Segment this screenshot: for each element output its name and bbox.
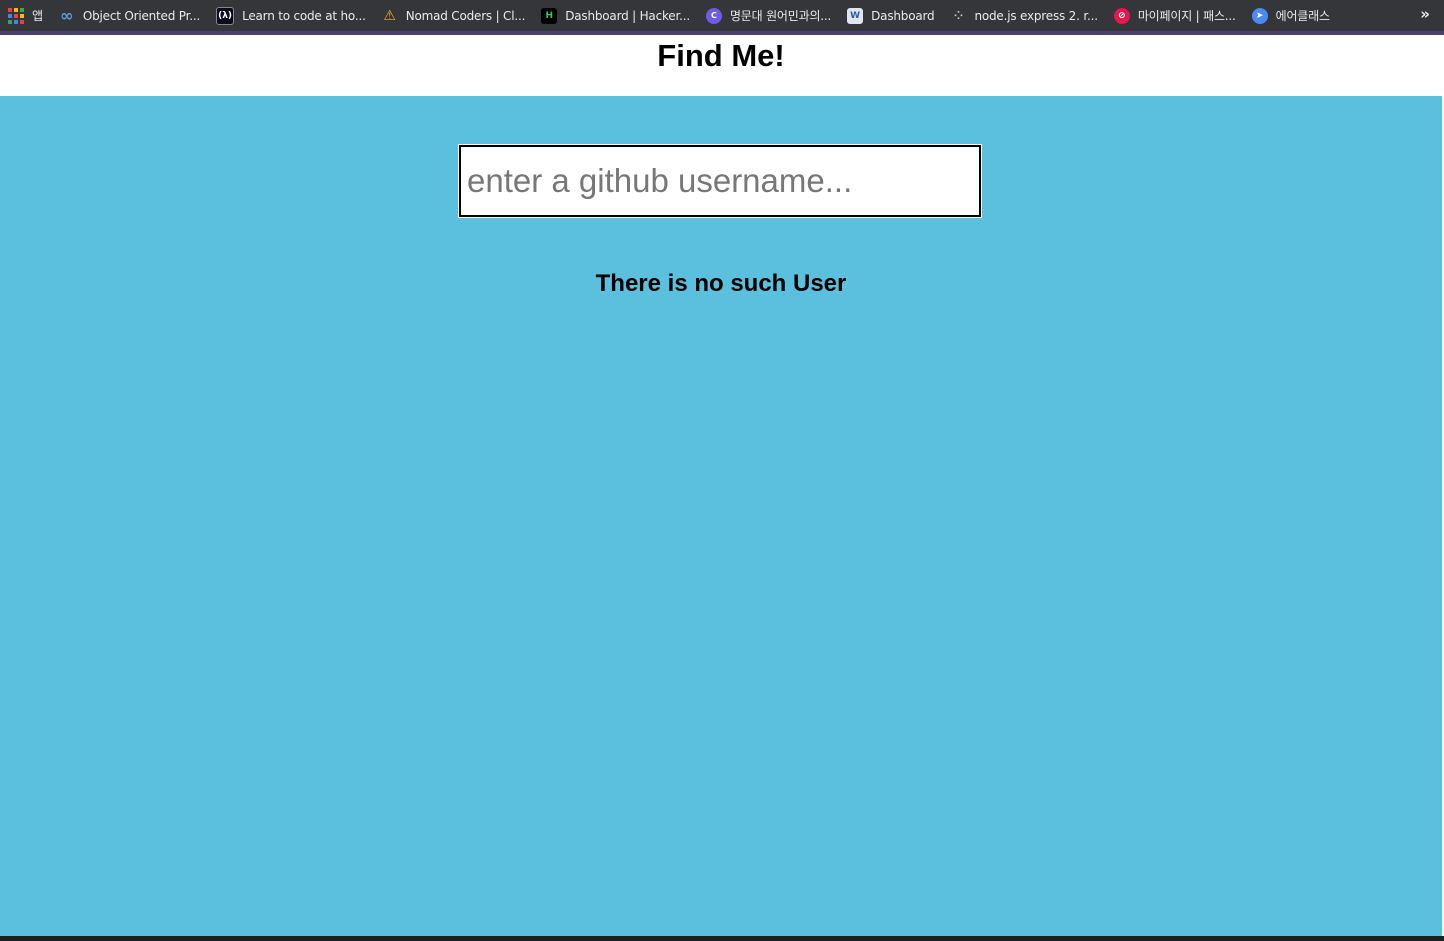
bookmark-label: Dashboard | Hacker... bbox=[565, 8, 690, 23]
fastcampus-icon: ⊘ bbox=[1113, 7, 1130, 24]
bookmark-label: node.js express 2. r... bbox=[974, 8, 1098, 23]
bookmark-label: Object Oriented Pr... bbox=[82, 8, 201, 23]
username-search-input[interactable] bbox=[458, 144, 982, 218]
bookmark-label: Learn to code at ho... bbox=[242, 8, 366, 23]
bookmark-airclass[interactable]: ➤ 에어클래스 bbox=[1244, 4, 1338, 28]
freecodecamp-icon: (λ) bbox=[216, 6, 235, 25]
bookmark-freecodecamp[interactable]: (λ) Learn to code at ho... bbox=[208, 4, 374, 28]
bookmark-fastcampus[interactable]: ⊘ 마이페이지 | 패스... bbox=[1106, 4, 1244, 28]
dots-icon: ⁘ bbox=[953, 9, 964, 22]
bookmark-label: Nomad Coders | Cl... bbox=[405, 8, 526, 23]
bookmark-label: Dashboard bbox=[871, 8, 935, 23]
airclass-icon: ➤ bbox=[1251, 7, 1268, 24]
apps-grid-icon bbox=[8, 7, 24, 24]
hackerrank-icon: H bbox=[541, 7, 558, 24]
bookmark-object-oriented[interactable]: ∞ Object Oriented Pr... bbox=[51, 4, 208, 28]
infinity-icon: ∞ bbox=[60, 6, 74, 25]
bookmark-korean-site[interactable]: C 명문대 원어민과의... bbox=[698, 4, 839, 28]
chat-icon: C bbox=[705, 7, 722, 24]
bookmarks-overflow-icon[interactable]: » bbox=[1420, 5, 1430, 23]
dashboard-icon: W bbox=[847, 7, 864, 24]
nomad-coders-icon: ⚠ bbox=[383, 7, 396, 24]
page-title: Find Me! bbox=[657, 38, 785, 73]
bookmark-nomad-coders[interactable]: ⚠ Nomad Coders | Cl... bbox=[374, 4, 534, 28]
bookmarks-bar: 앱 ∞ Object Oriented Pr... (λ) Learn to c… bbox=[0, 0, 1444, 35]
bookmark-apps[interactable]: 앱 bbox=[0, 4, 51, 28]
bookmark-dashboard[interactable]: W Dashboard bbox=[839, 4, 942, 28]
bookmark-label: 명문대 원어민과의... bbox=[729, 9, 832, 23]
status-message: There is no such User bbox=[595, 270, 847, 297]
bookmark-nodejs-express[interactable]: ⁘ node.js express 2. r... bbox=[942, 4, 1105, 28]
bookmark-hackerrank[interactable]: H Dashboard | Hacker... bbox=[533, 4, 698, 28]
bookmark-label: 마이페이지 | 패스... bbox=[1137, 9, 1236, 23]
bookmark-label: 에어클래스 bbox=[1275, 9, 1330, 23]
page-header: Find Me! bbox=[0, 35, 1442, 96]
bookmark-label: 앱 bbox=[32, 9, 43, 23]
os-taskbar bbox=[0, 936, 1444, 941]
